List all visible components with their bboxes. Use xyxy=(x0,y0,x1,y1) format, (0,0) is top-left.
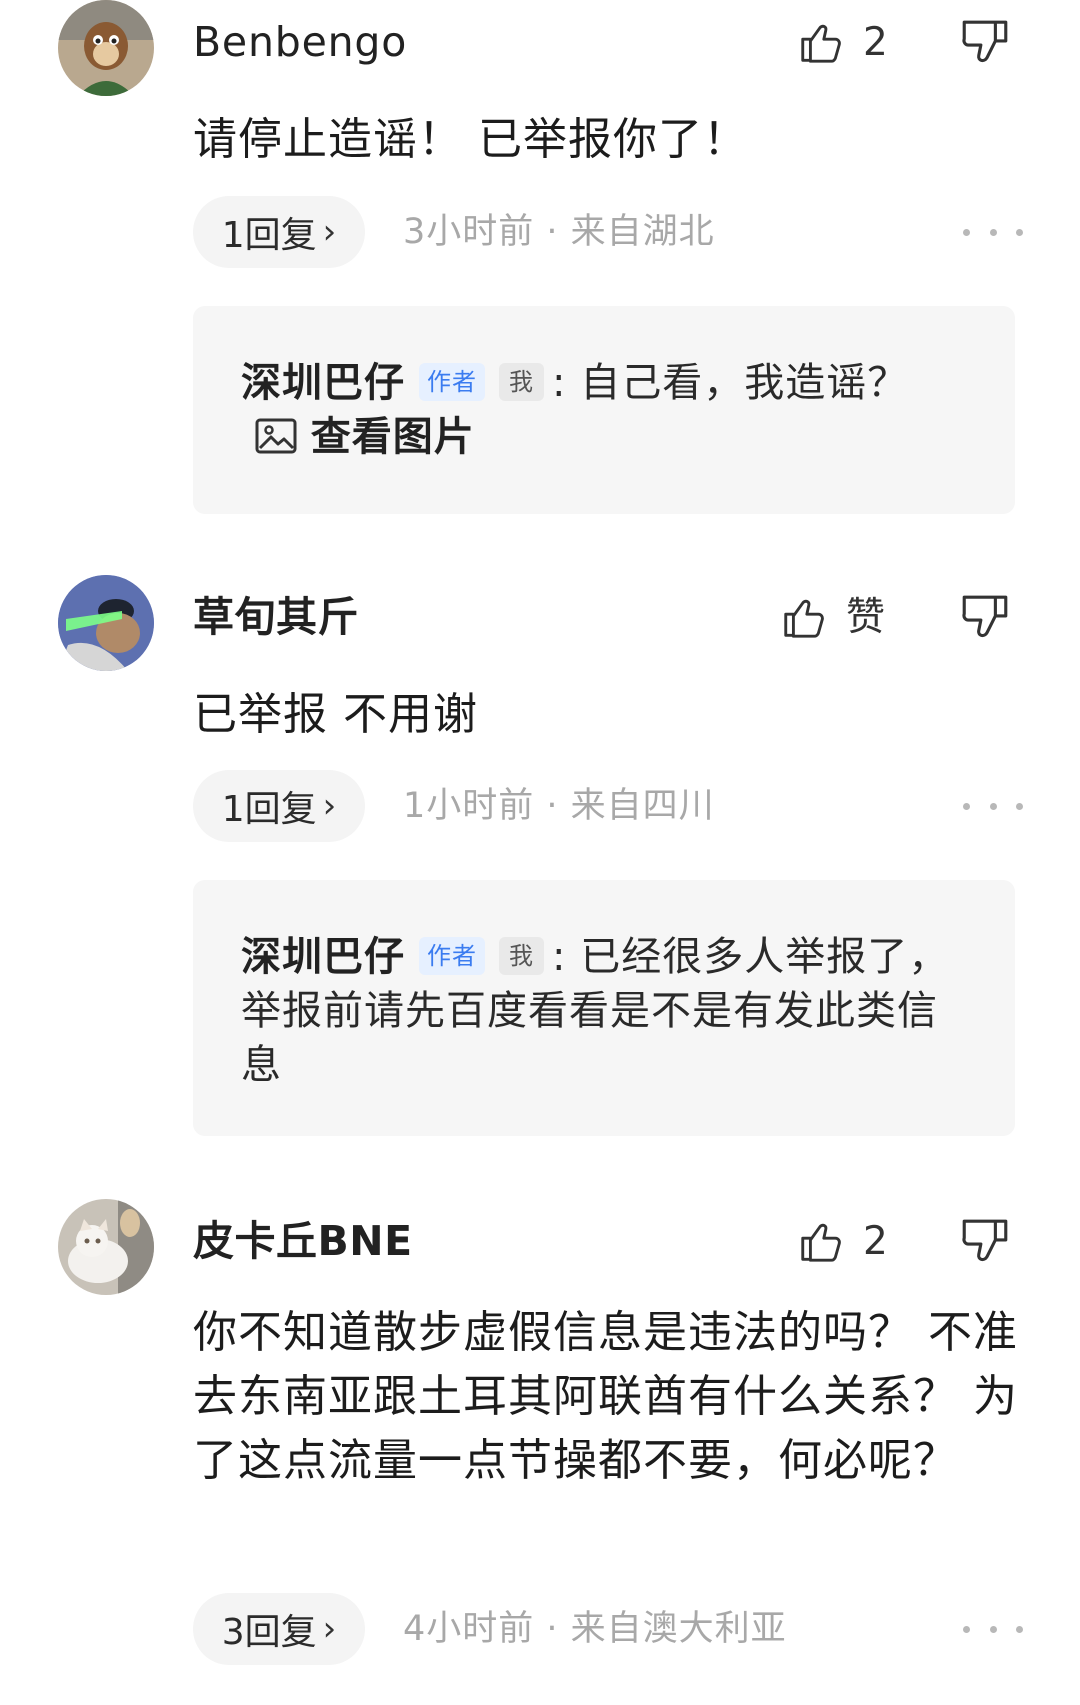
reply-text-block: 深圳巴仔 作者我: 已经很多人举报了，举报前请先百度看看是不是有发此类信息 xyxy=(241,930,971,1092)
comment-timestamp-location: 3小时前 · 来自湖北 xyxy=(403,196,715,268)
thumbs-down-icon xyxy=(962,20,1008,63)
dislike-button[interactable] xyxy=(960,591,1010,645)
chevron-right-icon: › xyxy=(322,212,337,252)
author-badge: 作者 xyxy=(419,937,485,975)
meta-separator: · xyxy=(534,786,571,826)
thumbs-down-icon xyxy=(962,1219,1008,1262)
comment-text: 你不知道散步虚假信息是违法的吗？ 不准去东南亚跟土耳其阿联酋有什么关系？ 为了这… xyxy=(193,1307,1018,1486)
avatar[interactable] xyxy=(58,0,154,96)
more-dots-icon[interactable] xyxy=(963,770,1023,842)
dislike-button[interactable] xyxy=(960,1215,1010,1269)
view-replies-button[interactable]: 1回复 › xyxy=(193,770,365,842)
image-icon[interactable] xyxy=(255,418,297,454)
me-badge: 我 xyxy=(499,937,544,975)
like-button[interactable]: 赞 xyxy=(780,587,885,649)
avatar[interactable] xyxy=(58,575,154,671)
username[interactable]: Benbengo xyxy=(193,14,407,70)
comment-text: 请停止造谣！ 已举报你了！ xyxy=(193,114,748,165)
reply-preview[interactable]: 深圳巴仔 作者我: 自己看，我造谣？ 查看图片 xyxy=(193,306,1015,514)
username[interactable]: 草旬其斤 xyxy=(193,589,359,645)
chevron-right-icon: › xyxy=(322,1609,337,1649)
like-label: 赞 xyxy=(846,595,886,640)
comment-location: 来自湖北 xyxy=(570,212,715,252)
comment-location: 来自澳大利亚 xyxy=(570,1609,787,1649)
avatar-image xyxy=(58,575,154,671)
reply-author[interactable]: 深圳巴仔 xyxy=(241,934,405,980)
reply-author[interactable]: 深圳巴仔 xyxy=(241,360,405,406)
reply-colon: : xyxy=(552,934,581,980)
reply-count: 3回复 xyxy=(221,1612,317,1653)
reply-colon: : xyxy=(552,360,581,406)
comment-time: 3小时前 xyxy=(403,212,535,252)
avatar-image xyxy=(58,0,154,96)
author-badge: 作者 xyxy=(419,363,485,401)
comment-item: 草旬其斤 赞 已举报 不用谢 1回复 › 1小时前 · 来自四川 深圳巴仔 作者我… xyxy=(0,575,1080,1136)
reply-count: 1回复 xyxy=(221,215,317,256)
reply-preview[interactable]: 深圳巴仔 作者我: 已经很多人举报了，举报前请先百度看看是不是有发此类信息 xyxy=(193,880,1015,1136)
meta-separator: · xyxy=(534,212,571,252)
like-button[interactable]: 2 xyxy=(797,1211,888,1273)
avatar-image xyxy=(58,1199,154,1295)
thumbs-up-icon xyxy=(784,599,824,638)
like-count: 2 xyxy=(863,1219,888,1264)
reply-text: 自己看，我造谣？ xyxy=(580,360,909,406)
like-button[interactable]: 2 xyxy=(797,12,888,74)
reply-count: 1回复 xyxy=(221,789,317,830)
username[interactable]: 皮卡丘BNE xyxy=(193,1213,413,1269)
comment-item: 皮卡丘BNE 2 你不知道散步虚假信息是违法的吗？ 不准去东南亚跟土耳其阿联酋有… xyxy=(0,1199,1080,1699)
like-count: 2 xyxy=(863,20,888,65)
thumbs-up-icon xyxy=(801,1223,841,1262)
dislike-button[interactable] xyxy=(960,16,1010,70)
comment-meta: 3回复 › 4小时前 · 来自澳大利亚 xyxy=(193,1593,1023,1665)
comment-text: 已举报 不用谢 xyxy=(193,689,478,740)
meta-separator: · xyxy=(534,1609,571,1649)
comment-timestamp-location: 1小时前 · 来自四川 xyxy=(403,770,715,842)
comment-timestamp-location: 4小时前 · 来自澳大利亚 xyxy=(403,1593,787,1665)
comment-time: 1小时前 xyxy=(403,786,535,826)
more-dots-icon[interactable] xyxy=(963,1593,1023,1665)
me-badge: 我 xyxy=(499,363,544,401)
comment-time: 4小时前 xyxy=(403,1609,535,1649)
view-replies-button[interactable]: 3回复 › xyxy=(193,1593,365,1665)
reply-text-block: 深圳巴仔 作者我: 自己看，我造谣？ 查看图片 xyxy=(241,356,971,464)
thumbs-down-icon xyxy=(962,595,1008,638)
view-image-link[interactable]: 查看图片 xyxy=(311,414,475,460)
comment-item: Benbengo 2 请停止造谣！ 已举报你了！ 1回复 › 3小时前 · 来自… xyxy=(0,0,1080,520)
chevron-right-icon: › xyxy=(322,786,337,826)
comment-meta: 1回复 › 3小时前 · 来自湖北 xyxy=(193,196,1023,268)
more-dots-icon[interactable] xyxy=(963,196,1023,268)
thumbs-up-icon xyxy=(801,24,841,63)
comment-meta: 1回复 › 1小时前 · 来自四川 xyxy=(193,770,1023,842)
avatar[interactable] xyxy=(58,1199,154,1295)
view-replies-button[interactable]: 1回复 › xyxy=(193,196,365,268)
comment-location: 来自四川 xyxy=(570,786,715,826)
